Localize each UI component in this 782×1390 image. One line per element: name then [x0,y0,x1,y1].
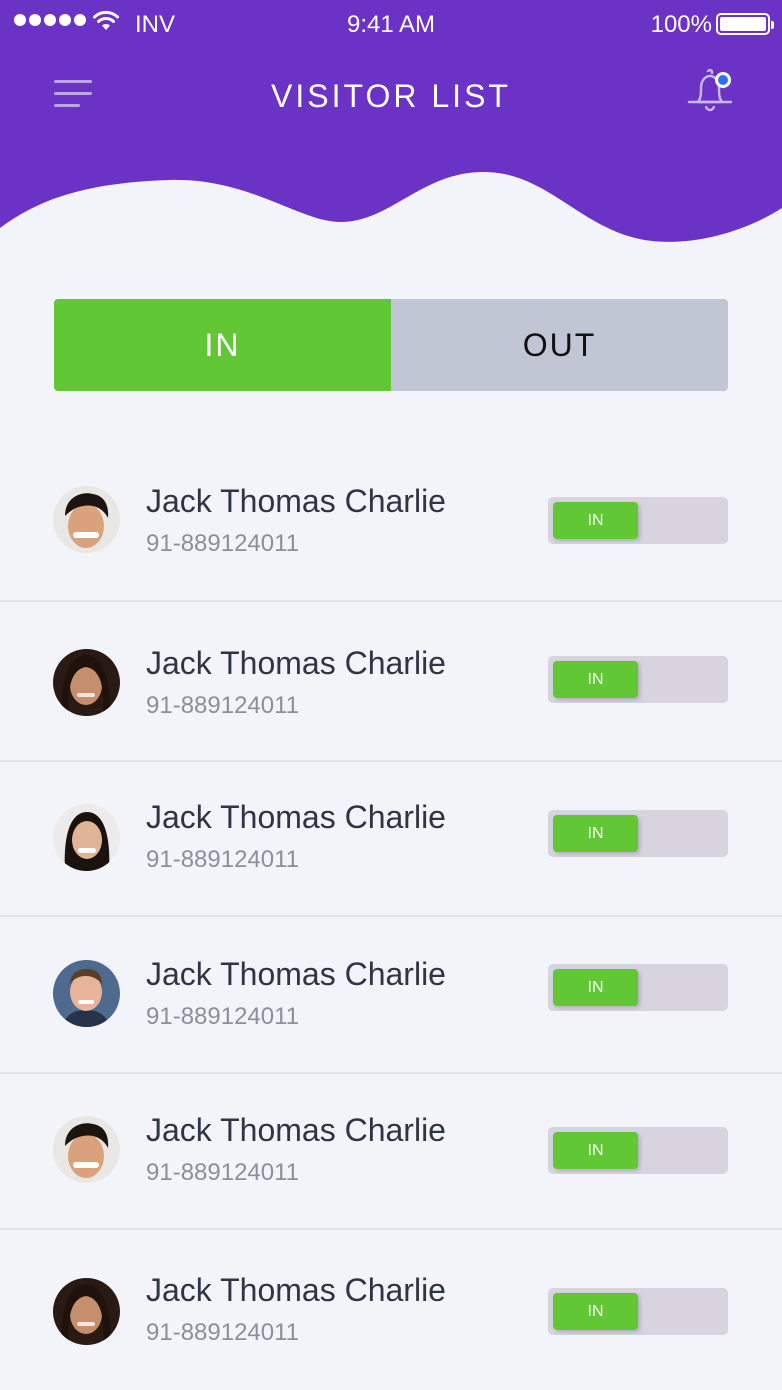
visitor-phone: 91-889124011 [146,846,300,873]
visitor-row[interactable]: Jack Thomas Charlie 91-889124011 IN [0,762,782,917]
status-toggle[interactable]: IN [548,1127,728,1174]
avatar [53,486,120,553]
visitor-list: Jack Thomas Charlie 91-889124011 IN Jack… [0,440,782,1390]
tab-in[interactable]: IN [54,299,391,391]
tab-out[interactable]: OUT [391,299,728,391]
visitor-row[interactable]: Jack Thomas Charlie 91-889124011 IN [0,1074,782,1230]
status-toggle-label: IN [553,661,638,698]
visitor-phone: 91-889124011 [146,692,300,719]
visitor-name: Jack Thomas Charlie [146,1272,446,1308]
battery-icon [716,13,774,35]
status-toggle-label: IN [553,1132,638,1169]
status-toggle-label: IN [553,969,638,1006]
status-toggle-label: IN [553,502,638,539]
visitor-row[interactable]: Jack Thomas Charlie 91-889124011 IN [0,440,782,602]
visitor-name: Jack Thomas Charlie [146,483,446,519]
visitor-name: Jack Thomas Charlie [146,799,446,835]
status-toggle[interactable]: IN [548,964,728,1011]
visitor-name: Jack Thomas Charlie [146,956,446,992]
avatar [53,649,120,716]
page-title: VISITOR LIST [271,78,511,114]
status-toggle-label: IN [553,815,638,852]
notification-dot [718,75,728,85]
avatar [53,1116,120,1183]
visitor-row[interactable]: Jack Thomas Charlie 91-889124011 IN [0,602,782,762]
status-toggle-label: IN [553,1293,638,1330]
visitor-name: Jack Thomas Charlie [146,1112,446,1148]
battery-percentage: 100% [650,11,712,38]
status-toggle[interactable]: IN [548,497,728,544]
visitor-phone: 91-889124011 [146,1159,300,1186]
status-toggle[interactable]: IN [548,656,728,703]
visitor-phone: 91-889124011 [146,530,300,557]
bell-icon[interactable] [686,68,734,116]
visitor-name: Jack Thomas Charlie [146,645,446,681]
status-toggle[interactable]: IN [548,1288,728,1335]
avatar [53,804,120,871]
avatar [53,1278,120,1345]
visitor-row[interactable]: Jack Thomas Charlie 91-889124011 IN [0,1230,782,1390]
visitor-row[interactable]: Jack Thomas Charlie 91-889124011 IN [0,917,782,1074]
status-bar: INV 9:41 AM 100% [0,0,782,48]
visitor-phone: 91-889124011 [146,1319,300,1346]
in-out-tabs: IN OUT [54,299,728,391]
visitor-phone: 91-889124011 [146,1003,300,1030]
avatar [53,960,120,1027]
status-toggle[interactable]: IN [548,810,728,857]
